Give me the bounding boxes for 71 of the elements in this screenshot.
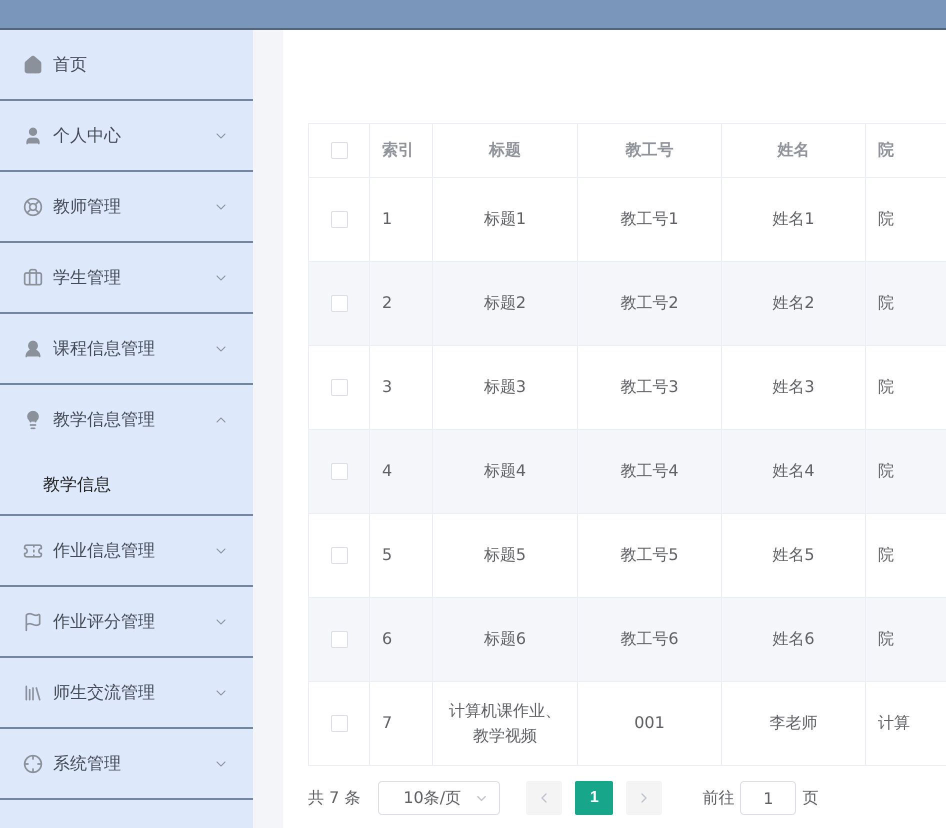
table-cell: 姓名2 [722, 262, 866, 345]
table-cell: 院 [866, 262, 946, 345]
column-header: 院 [866, 124, 946, 177]
user-icon [23, 338, 43, 358]
crosshair-icon [23, 754, 43, 774]
checkbox[interactable] [330, 463, 348, 480]
lifebuoy-icon [23, 196, 43, 216]
checkbox[interactable] [330, 295, 348, 312]
table-cell: 教工号3 [578, 346, 722, 429]
home-icon [23, 54, 43, 74]
table-cell: 标题1 [433, 178, 578, 261]
checkbox[interactable] [330, 715, 348, 732]
table-cell: 李老师 [722, 682, 866, 765]
menu-label: 个人中心 [53, 125, 122, 147]
table-cell: 2 [370, 262, 433, 345]
table-cell: 计算机课作业、教学视频 [433, 682, 578, 765]
table-cell: 姓名3 [722, 346, 866, 429]
menu-label: 教学信息管理 [53, 409, 156, 431]
goto-label: 前往 [702, 788, 734, 808]
table-cell: 7 [370, 682, 433, 765]
column-header: 标题 [433, 124, 578, 177]
menu-label: 师生交流管理 [53, 682, 156, 704]
table-cell: 姓名4 [722, 430, 866, 513]
page-input[interactable]: 1 [740, 781, 796, 815]
menu-label: 课程信息管理 [53, 338, 156, 360]
table-cell: 院 [866, 598, 946, 681]
table-cell: 院 [866, 178, 946, 261]
table-cell: 教工号6 [578, 598, 722, 681]
table-cell: 院 [866, 346, 946, 429]
column-header: 姓名 [722, 124, 866, 177]
table-cell: 姓名5 [722, 514, 866, 597]
menu-label: 系统管理 [53, 753, 122, 775]
page-suffix: 页 [802, 788, 818, 808]
checkbox[interactable] [330, 631, 348, 648]
flag-icon [23, 612, 43, 632]
menu-label: 首页 [53, 54, 88, 76]
table-cell: 标题6 [433, 598, 578, 681]
table-cell: 教工号2 [578, 262, 722, 345]
table-cell: 5 [370, 514, 433, 597]
table-cell: 院 [866, 430, 946, 513]
table-cell: 计算 [866, 682, 946, 765]
sidebar-item[interactable]: 教学信息管理 [0, 385, 253, 454]
table-cell: 4 [370, 430, 433, 513]
column-header: 索引 [370, 124, 433, 177]
checkbox[interactable] [330, 211, 348, 228]
table-cell: 院 [866, 514, 946, 597]
table-cell: 1 [370, 178, 433, 261]
checkbox[interactable] [330, 142, 348, 159]
table-cell: 3 [370, 346, 433, 429]
table-cell: 教工号1 [578, 178, 722, 261]
menu-label: 作业评分管理 [53, 611, 156, 633]
checkbox[interactable] [330, 379, 348, 396]
books-icon [23, 682, 43, 702]
page-size-select[interactable]: 10条/页 [378, 781, 500, 815]
total-count: 共 7 条 [308, 788, 360, 808]
table-cell: 标题2 [433, 262, 578, 345]
table-cell: 姓名1 [722, 178, 866, 261]
column-header: 教工号 [578, 124, 722, 177]
table-cell: 标题5 [433, 514, 578, 597]
table-cell: 001 [578, 682, 722, 765]
menu-label: 学生管理 [53, 267, 122, 289]
table-cell: 6 [370, 598, 433, 681]
menu-label: 作业信息管理 [53, 540, 156, 562]
table-cell: 姓名6 [722, 598, 866, 681]
table-cell: 教工号4 [578, 430, 722, 513]
menu-label: 教师管理 [53, 196, 122, 218]
table-cell: 教工号5 [578, 514, 722, 597]
briefcase-icon [23, 268, 43, 288]
table-cell: 标题3 [433, 346, 578, 429]
table-cell: 标题4 [433, 430, 578, 513]
checkbox[interactable] [330, 547, 348, 564]
